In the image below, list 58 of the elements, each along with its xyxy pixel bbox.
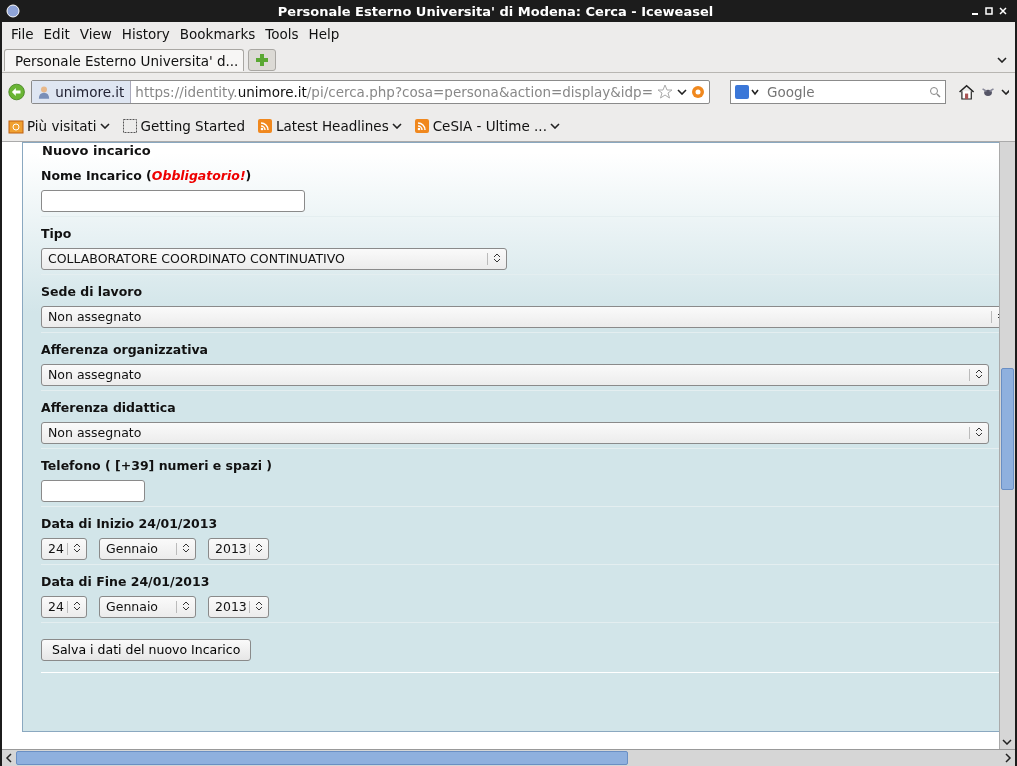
page-icon (121, 118, 138, 134)
close-button[interactable] (999, 7, 1007, 15)
folder-icon (8, 118, 24, 134)
back-button[interactable] (8, 81, 26, 103)
year-dropdown[interactable]: 2013 (208, 595, 269, 618)
field-label: Afferenza organizzativa (41, 341, 210, 357)
menu-item[interactable]: View (74, 26, 117, 42)
menu-item[interactable]: Bookmarks (174, 26, 261, 42)
bookmark-item[interactable]: Latest Headlines (256, 118, 402, 134)
field-label: Tipo (41, 225, 73, 241)
scroll-thumb[interactable] (16, 751, 628, 765)
dropdown[interactable]: COLLABORATORE COORDINATO CONTINUATIVO (41, 247, 507, 270)
field-label: Sede di lavoro (41, 283, 144, 299)
star-icon[interactable] (656, 84, 673, 100)
caret-icon[interactable] (1001, 89, 1009, 95)
url-text: https://identity.unimore.it/pi/cerca.php?cosa=persona&action=display&idp= (135, 84, 653, 100)
input-field[interactable] (41, 479, 145, 502)
dropdown[interactable]: Non assegnato (41, 305, 999, 328)
maximize-button[interactable] (985, 7, 993, 15)
search-icon[interactable] (928, 86, 941, 98)
window-title: Personale Esterno Universita' di Modena: Cerca - Iceweasel (276, 3, 715, 19)
site-identity-button[interactable]: unimore.it (32, 81, 132, 103)
menu-item[interactable]: Edit (38, 26, 75, 42)
address-bar[interactable]: unimore.it https://identity.unimore.it/pi/cerca.php?cosa=persona&action=display&idp= (31, 80, 710, 104)
day-dropdown[interactable]: 24 (41, 595, 87, 618)
dropdown[interactable]: Non assegnato (41, 421, 989, 444)
year-dropdown[interactable]: 2013 (208, 537, 269, 560)
search-engine-icon[interactable] (734, 85, 761, 99)
search-bar[interactable]: Google (729, 80, 946, 104)
menu-item[interactable]: Help (303, 26, 345, 42)
browser-tab[interactable]: Personale Esterno Universita' d... (4, 49, 244, 71)
app-icon (6, 4, 20, 18)
horizontal-scrollbar[interactable] (2, 749, 1015, 766)
vertical-scrollbar[interactable] (999, 142, 1015, 749)
menu-item[interactable]: History (116, 26, 175, 42)
bookmark-item[interactable]: Getting Started (121, 118, 245, 134)
feed-icon (413, 118, 430, 134)
save-button[interactable]: Salva i dati del nuovo Incarico (41, 638, 252, 661)
field-label: Telefono ( [+39] numeri e spazi ) (41, 457, 274, 473)
feed-icon (256, 118, 273, 134)
month-dropdown[interactable]: Gennaio (99, 595, 196, 618)
month-dropdown[interactable]: Gennaio (99, 537, 196, 560)
dropdown[interactable]: Non assegnato (41, 363, 989, 386)
field-label: Nome Incarico (Obbligatorio!) (41, 167, 253, 183)
menu-item[interactable]: File (6, 26, 39, 42)
plus-icon (256, 54, 268, 66)
caret-icon[interactable] (676, 89, 687, 95)
menu-item[interactable]: Tools (260, 26, 304, 42)
person-icon (38, 85, 51, 99)
scroll-thumb[interactable] (1001, 368, 1014, 490)
field-label: Data di Inizio 24/01/2013 (41, 515, 219, 531)
input-field[interactable] (41, 189, 305, 212)
day-dropdown[interactable]: 24 (41, 537, 87, 560)
tab-list-caret-icon[interactable] (997, 57, 1007, 63)
bookmark-item[interactable]: Più visitati (8, 118, 110, 134)
field-label: Afferenza didattica (41, 399, 177, 415)
bookmark-item[interactable]: CeSIA - Ultime ... (413, 118, 560, 134)
field-label: Data di Fine 24/01/2013 (41, 573, 211, 589)
